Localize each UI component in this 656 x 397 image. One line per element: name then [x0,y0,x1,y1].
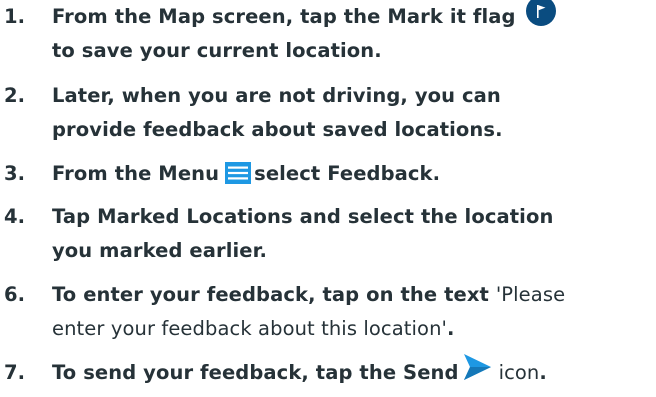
send-icon [461,352,493,382]
step-7-period: . [539,361,547,384]
step-line: you marked earlier. [52,234,656,268]
step-text: To enter your feedback, tap on the text … [52,278,656,346]
step-6-pre: To enter your feedback, tap on the text [52,283,489,306]
step-3-period: . [432,162,441,185]
step-4-pre: Tap [52,205,91,228]
step-4-line2: you marked earlier. [52,239,268,262]
marked-locations-term: Marked Locations [97,205,293,228]
step-7-pre: To send your feedback, tap the [52,361,397,384]
feedback-term: Feedback [327,162,433,185]
step-text: From the Menu select Feedback. [52,157,656,191]
step-6-period: . [447,317,455,340]
menu-icon [225,161,252,184]
step-4-post: and select the location [299,205,554,228]
step-2-line2: provide feedback about saved locations. [52,118,503,141]
step-number: 7. [4,361,26,384]
step-3-select: select [254,162,321,185]
step-line: enter your feedback about this location'… [52,312,656,346]
step-line: Later, when you are not driving, you can [52,79,656,113]
step-line: From the Map screen, tap the Mark it fla… [52,0,656,34]
quoted-prompt-part1: 'Please [495,283,566,306]
step-1-line1: From the Map screen, tap the Mark it fla… [52,5,516,28]
step-number: 1. [4,5,26,28]
step-text: Later, when you are not driving, you can… [52,79,656,147]
send-term: Send [403,361,459,384]
step-1-line2: to save your current location. [52,39,382,62]
step-number: 2. [4,84,26,107]
flag-icon [525,0,556,26]
step-line: To send your feedback, tap the Send icon. [52,353,656,390]
step-text: To send your feedback, tap the Send icon. [52,353,656,390]
step-number: 6. [4,283,26,306]
step-3-pre: From the Menu [52,162,220,185]
step-line: From the Menu select Feedback. [52,157,656,191]
quoted-prompt-part2: enter your feedback about this location' [52,317,448,340]
step-2-line1: Later, when you are not driving, you can [52,84,501,107]
step-text: Tap Marked Locations and select the loca… [52,200,656,268]
step-7-icon-word: icon [498,361,540,384]
step-number: 4. [4,205,26,228]
step-line: To enter your feedback, tap on the text … [52,278,656,312]
step-number: 3. [4,162,26,185]
step-line: to save your current location. [52,34,656,68]
step-text: From the Map screen, tap the Mark it fla… [52,0,656,68]
step-line: Tap Marked Locations and select the loca… [52,200,656,234]
step-line: provide feedback about saved locations. [52,113,656,147]
